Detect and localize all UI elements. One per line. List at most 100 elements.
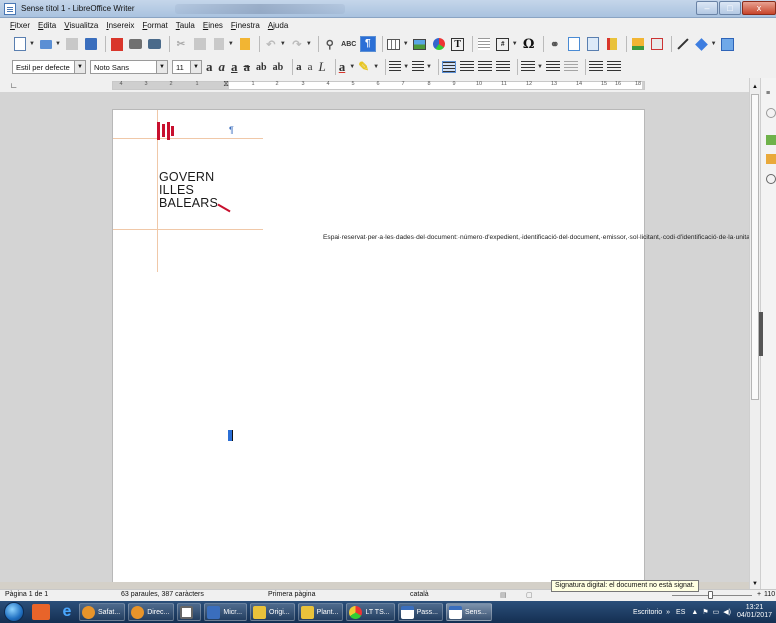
- taskbar-item-micr[interactable]: Micr...: [204, 603, 248, 621]
- paragraph-style-combo[interactable]: Estil per defecte ▼: [12, 60, 86, 74]
- view-layout-icon[interactable]: ▤: [500, 591, 507, 599]
- document-area[interactable]: ¶ GOVERN ILLES BALEARS Espai·reservat·pe…: [0, 92, 750, 582]
- line-spacing-button[interactable]: [520, 61, 535, 73]
- redo-button[interactable]: ↷: [289, 36, 305, 52]
- minimize-button[interactable]: –: [696, 1, 718, 15]
- decrease-indent-button[interactable]: [606, 61, 621, 73]
- scrollbar-thumb[interactable]: [751, 94, 759, 400]
- word-count[interactable]: 63 paraules, 387 caràcters: [121, 591, 204, 598]
- zoom-slider-handle[interactable]: [708, 591, 713, 599]
- increase-indent-button[interactable]: [588, 61, 603, 73]
- clear-formatting-button[interactable]: L: [319, 59, 326, 75]
- insert-chart-button[interactable]: [431, 36, 447, 52]
- menu-visualitza[interactable]: Visualitza: [64, 21, 98, 30]
- zoom-level[interactable]: 110: [764, 591, 775, 598]
- menu-taula[interactable]: Taula: [176, 21, 195, 30]
- undo-button[interactable]: ↶: [263, 36, 279, 52]
- bold-button[interactable]: a: [206, 59, 213, 75]
- document-reserved-text[interactable]: Espai·reservat·per·a·les·dades·del·docum…: [323, 233, 750, 243]
- comment-button[interactable]: [585, 36, 601, 52]
- outline-button[interactable]: a: [308, 61, 313, 73]
- insert-table-button[interactable]: [386, 36, 402, 52]
- field-dropdown-icon[interactable]: ▼: [512, 41, 518, 47]
- open-dropdown-icon[interactable]: ▼: [55, 41, 61, 47]
- taskbar-item-window[interactable]: [177, 603, 202, 621]
- taskbar-item-plant[interactable]: Plant...: [297, 603, 344, 621]
- table-dropdown-icon[interactable]: ▼: [403, 41, 409, 47]
- shadow-button[interactable]: a: [296, 61, 302, 73]
- decrease-spacing-button[interactable]: [563, 61, 578, 73]
- insert-image-button[interactable]: [412, 36, 428, 52]
- menu-format[interactable]: Format: [142, 21, 167, 30]
- sidebar-properties-icon[interactable]: [766, 108, 776, 118]
- italic-button[interactable]: a: [219, 59, 226, 75]
- taskbar-item-pass[interactable]: Pass...: [397, 603, 443, 621]
- ruler-strip[interactable]: 4 3 2 1 ⧖ 1 2 3 4 5 6 7 8 9 10 11 12 13 …: [112, 79, 645, 90]
- start-button[interactable]: [4, 602, 24, 622]
- subscript-button[interactable]: ab: [273, 62, 284, 73]
- save-button[interactable]: [64, 36, 80, 52]
- horizontal-ruler[interactable]: ∟ 4 3 2 1 ⧖ 1 2 3 4 5 6 7 8 9 10 11 12 1…: [0, 78, 776, 92]
- open-button[interactable]: [38, 36, 54, 52]
- track-changes-button[interactable]: [604, 36, 620, 52]
- maximize-button[interactable]: □: [719, 1, 741, 15]
- chevron-down-icon[interactable]: ▼: [74, 61, 85, 73]
- taskbar-clock[interactable]: 13:21 04/01/2017: [737, 604, 772, 620]
- insert-line-button[interactable]: [675, 36, 691, 52]
- writer-app-icon[interactable]: [4, 2, 16, 15]
- numbering-dropdown-icon[interactable]: ▼: [426, 64, 432, 70]
- superscript-button[interactable]: ab: [256, 62, 267, 73]
- bullets-button[interactable]: [389, 61, 402, 73]
- indent-marker-icon[interactable]: ⧖: [223, 79, 229, 89]
- highlight-button[interactable]: ✎: [358, 59, 369, 75]
- formatting-marks-button[interactable]: ¶: [359, 36, 376, 52]
- flag-icon[interactable]: ⚑: [702, 608, 708, 616]
- network-icon[interactable]: ▭: [713, 608, 720, 616]
- page-count[interactable]: Pàgina 1 de 1: [5, 591, 48, 598]
- paste-dropdown-icon[interactable]: ▼: [228, 41, 234, 47]
- sidebar-styles-icon[interactable]: [766, 135, 776, 145]
- taskbar-item-safata[interactable]: Safat...: [79, 603, 126, 621]
- cut-button[interactable]: ✂: [173, 36, 189, 52]
- taskbar-item-lt-ts[interactable]: LT TS...: [346, 603, 395, 621]
- page-break-button[interactable]: [476, 36, 492, 52]
- volume-icon[interactable]: ◀): [723, 608, 731, 616]
- new-document-button[interactable]: [12, 36, 28, 52]
- bullets-dropdown-icon[interactable]: ▼: [403, 64, 409, 70]
- insert-field-button[interactable]: #: [495, 36, 511, 52]
- zoom-plus-icon[interactable]: +: [757, 591, 761, 598]
- signature-icon[interactable]: ▢: [526, 591, 533, 599]
- page-style[interactable]: Primera pàgina: [268, 591, 315, 598]
- document-page[interactable]: ¶ GOVERN ILLES BALEARS Espai·reservat·pe…: [112, 109, 750, 582]
- paste-button[interactable]: [211, 36, 227, 52]
- menu-fitxer[interactable]: Fitxer: [10, 21, 30, 30]
- insert-textbox-button[interactable]: T: [450, 36, 466, 52]
- document-language[interactable]: català: [410, 591, 429, 598]
- chevron-right-icon[interactable]: »: [666, 609, 670, 616]
- new-dropdown-icon[interactable]: ▼: [29, 41, 35, 47]
- special-character-button[interactable]: Ω: [521, 36, 537, 52]
- font-color-button[interactable]: a: [339, 59, 346, 75]
- sidebar-gallery-icon[interactable]: [766, 154, 776, 164]
- input-language[interactable]: ES: [676, 609, 685, 616]
- undo-dropdown-icon[interactable]: ▼: [280, 41, 286, 47]
- extension-button[interactable]: [649, 36, 665, 52]
- hyperlink-button[interactable]: ⚭: [547, 36, 563, 52]
- macro-button[interactable]: [630, 36, 646, 52]
- close-button[interactable]: x: [742, 1, 776, 15]
- scroll-up-icon[interactable]: ▲: [750, 81, 760, 93]
- save-as-button[interactable]: [83, 36, 99, 52]
- font-name-combo[interactable]: Noto Sans ▼: [90, 60, 168, 74]
- redo-dropdown-icon[interactable]: ▼: [306, 41, 312, 47]
- draw-functions-button[interactable]: [720, 36, 736, 52]
- increase-spacing-button[interactable]: [545, 61, 560, 73]
- desktop-toolbar-label[interactable]: Escritorio: [633, 609, 662, 616]
- underline-button[interactable]: a: [231, 59, 238, 75]
- sidebar-navigator-icon[interactable]: [766, 174, 776, 184]
- align-right-button[interactable]: [477, 61, 492, 73]
- footnote-button[interactable]: [566, 36, 582, 52]
- menu-insereix[interactable]: Insereix: [106, 21, 134, 30]
- print-preview-button[interactable]: [147, 36, 163, 52]
- spelling-button[interactable]: ABC: [341, 36, 357, 52]
- tab-stop-icon[interactable]: ∟: [10, 81, 18, 90]
